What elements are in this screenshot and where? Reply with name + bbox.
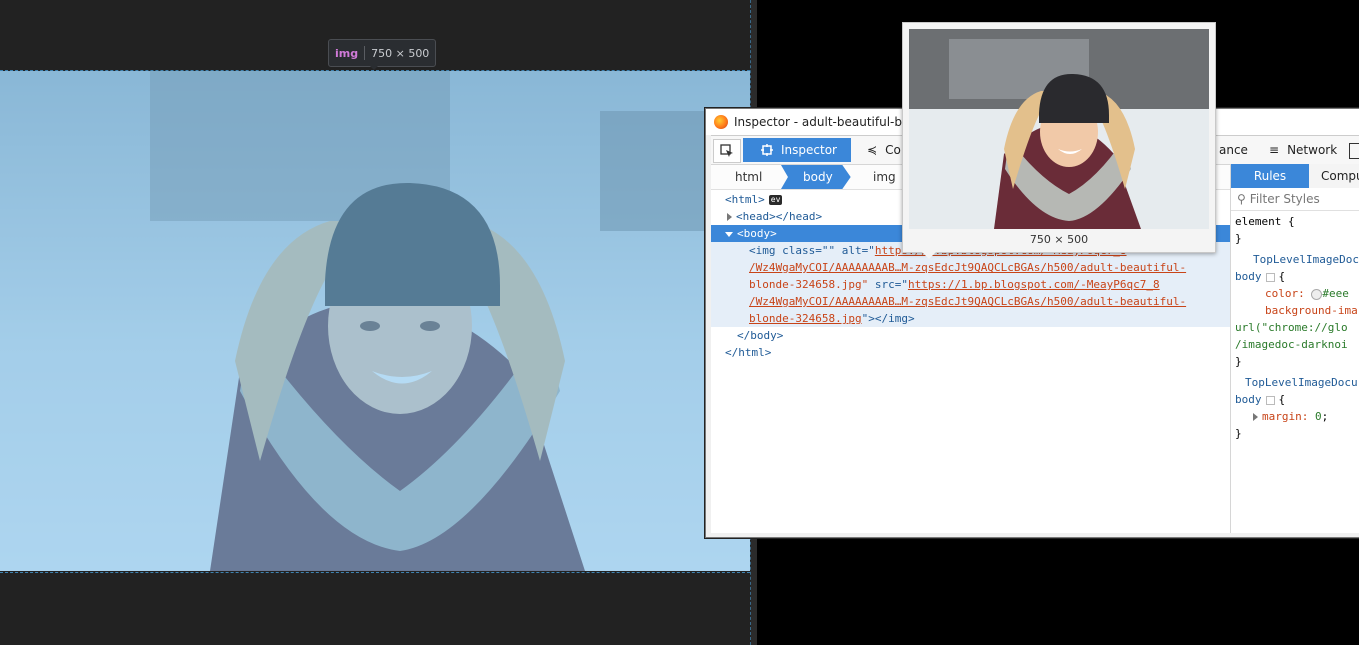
- color-swatch-icon[interactable]: [1311, 288, 1323, 300]
- semicolon: ;: [1321, 410, 1329, 423]
- img-line-5: blonde-324658.jpg"></img>: [711, 310, 1230, 327]
- breadcrumb-body[interactable]: body: [781, 165, 851, 189]
- preview-image: [909, 29, 1209, 229]
- img-alt-link-cont[interactable]: /Wz4WgaMyCOI/AAAAAAAAB…M-zqsEdcJt9QAQCLc…: [749, 261, 1186, 274]
- preview-photo: [909, 29, 1209, 229]
- preview-arrow: [921, 251, 937, 259]
- decl-margin[interactable]: margin: 0;: [1253, 408, 1328, 425]
- img-attr-start: <img class="" alt=": [749, 244, 875, 257]
- val-background-1: url("chrome://glo: [1235, 321, 1348, 334]
- markup-img-node[interactable]: <img class="" alt=" https://1.bp.blogspot…: [711, 242, 1230, 327]
- brace: }: [1235, 355, 1242, 368]
- browser-viewport: img 750 × 500: [0, 0, 751, 645]
- element-picker-icon: [720, 144, 733, 157]
- expand-arrow-icon[interactable]: [1253, 413, 1258, 421]
- decl-background[interactable]: background-ima: [1265, 302, 1358, 319]
- highlight-guide-bottom: [0, 572, 750, 573]
- tab-network[interactable]: ≡ Network: [1261, 139, 1345, 161]
- infobar-dimensions: 750 × 500: [371, 46, 430, 60]
- val-background-2: /imagedoc-darknoi: [1235, 338, 1348, 351]
- firefox-logo-icon: [714, 115, 728, 129]
- body-close-tag: </body>: [737, 329, 784, 342]
- node-infobar: img 750 × 500: [328, 39, 437, 67]
- element-picker-button[interactable]: [713, 139, 741, 163]
- img-close-tag: "></img>: [861, 312, 915, 325]
- body-open-tag: <body>: [737, 227, 777, 240]
- inspector-icon: [761, 144, 773, 156]
- img-line-3: blonde-324658.jpg" src="https://1.bp.blo…: [711, 276, 1230, 293]
- network-icon: ≡: [1269, 143, 1280, 157]
- preview-dimensions: 750 × 500: [1029, 233, 1089, 246]
- img-line-4: /Wz4WgaMyCOI/AAAAAAAAB…M-zqsEdcJt9QAQCLc…: [711, 293, 1230, 310]
- sidebar-tabs: Rules Compu: [1231, 164, 1359, 188]
- rule-selector-1[interactable]: body {: [1235, 268, 1285, 285]
- img-line-2: /Wz4WgaMyCOI/AAAAAAAAB…M-zqsEdcJt9QAQCLc…: [711, 259, 1230, 276]
- decl-color[interactable]: color: #eee: [1265, 285, 1349, 302]
- infobar-tag: img: [335, 46, 359, 60]
- filter-styles-field[interactable]: ⚲ Filter Styles: [1231, 188, 1359, 211]
- breadcrumb-html[interactable]: html: [735, 165, 762, 189]
- tab-performance-label: ance: [1219, 143, 1248, 157]
- tab-rules[interactable]: Rules: [1231, 164, 1309, 188]
- brace: {: [1278, 393, 1286, 406]
- html-close-tag: </html>: [725, 346, 772, 359]
- highlight-selector-icon[interactable]: [1265, 272, 1275, 282]
- highlight-overlay: [0, 71, 750, 571]
- brace: }: [1235, 232, 1242, 245]
- infobar-arrow: [368, 64, 380, 70]
- event-badge[interactable]: ev: [768, 195, 783, 205]
- rule-selector-2[interactable]: body {: [1235, 391, 1285, 408]
- img-src-link-end[interactable]: blonde-324658.jpg: [749, 312, 862, 325]
- expand-arrow-icon[interactable]: [727, 213, 732, 221]
- prop-background: background-ima: [1265, 304, 1358, 317]
- element-rule-text: element {: [1235, 215, 1295, 228]
- collapse-arrow-icon[interactable]: [725, 231, 733, 237]
- tab-inspector[interactable]: Inspector: [743, 138, 851, 162]
- img-src-link[interactable]: https://1.bp.blogspot.com/-MeayP6qc7_8: [908, 278, 1160, 291]
- breadcrumb-img[interactable]: img: [873, 165, 896, 189]
- rule-source-1-text: TopLevelImageDoc: [1253, 253, 1359, 266]
- img-src-link-cont[interactable]: /Wz4WgaMyCOI/AAAAAAAAB…M-zqsEdcJt9QAQCLc…: [749, 295, 1186, 308]
- selector-body-1: body: [1235, 270, 1262, 283]
- filter-styles-placeholder: Filter Styles: [1249, 192, 1320, 206]
- markup-html-close[interactable]: </html>: [711, 344, 1230, 361]
- rule-source-2-text: TopLevelImageDocu: [1245, 376, 1358, 389]
- infobar-divider: [364, 46, 366, 60]
- rule-close-2: }: [1235, 425, 1242, 442]
- highlight-selector-icon[interactable]: [1265, 395, 1275, 405]
- tab-network-label: Network: [1287, 143, 1338, 157]
- rule-source-2[interactable]: TopLevelImageDocu: [1245, 374, 1358, 391]
- element-rule-close: }: [1235, 230, 1242, 247]
- head-tag: <head></head>: [736, 210, 823, 223]
- decl-background-val-1: url("chrome://glo: [1235, 319, 1348, 336]
- search-icon: ⚲: [1237, 192, 1246, 206]
- tab-console-label: Co: [885, 143, 901, 157]
- image-preview-tooltip: 750 × 500: [902, 22, 1216, 259]
- console-icon: ≼: [867, 143, 878, 157]
- brace: {: [1278, 270, 1286, 283]
- img-alt-end: blonde-324658.jpg": [749, 278, 869, 291]
- tab-computed[interactable]: Compu: [1321, 164, 1359, 188]
- img-src-attr: src=": [868, 278, 908, 291]
- val-margin: 0: [1314, 410, 1322, 423]
- rules-sidebar: Rules Compu ⚲ Filter Styles element { } …: [1230, 164, 1359, 533]
- prop-margin: margin:: [1262, 410, 1309, 423]
- tab-performance[interactable]: ance: [1211, 139, 1256, 161]
- val-color: #eee: [1322, 287, 1349, 300]
- brace: }: [1235, 427, 1242, 440]
- responsive-mode-icon[interactable]: [1349, 143, 1359, 159]
- markup-body-close[interactable]: </body>: [711, 327, 1230, 344]
- highlighted-image[interactable]: [0, 71, 750, 571]
- selector-body-2: body: [1235, 393, 1262, 406]
- rule-close-1: }: [1235, 353, 1242, 370]
- decl-background-val-2: /imagedoc-darknoi: [1235, 336, 1348, 353]
- prop-color: color:: [1265, 287, 1305, 300]
- html-open-tag: <html>: [725, 193, 765, 206]
- rule-source-1[interactable]: TopLevelImageDoc: [1253, 251, 1359, 268]
- element-rule[interactable]: element {: [1235, 213, 1295, 230]
- tab-inspector-label: Inspector: [781, 143, 837, 157]
- window-title: Inspector - adult-beautiful-blon: [734, 115, 921, 129]
